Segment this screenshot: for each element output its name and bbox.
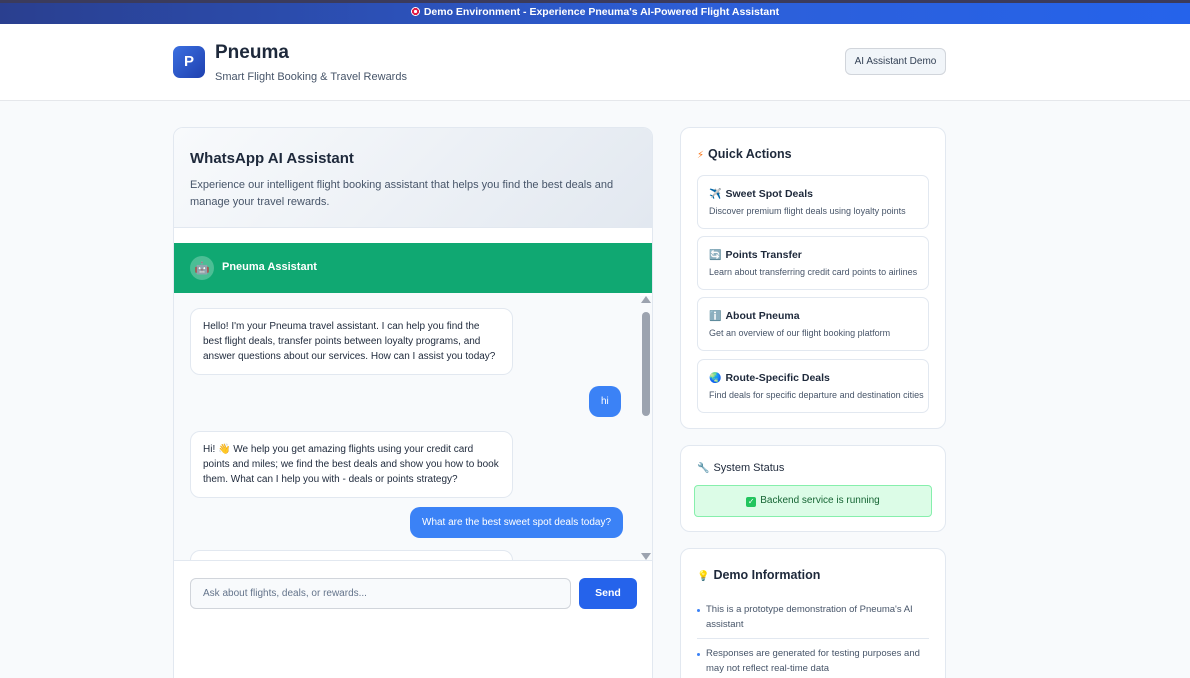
quick-action-title: ℹ️ About Pneuma <box>709 310 800 322</box>
assistant-name: Pneuma Assistant <box>222 261 317 273</box>
message-list[interactable]: Hello! I'm your Pneuma travel assistant.… <box>174 293 640 560</box>
demo-banner: Demo Environment - Experience Pneuma's A… <box>0 0 1190 24</box>
scroll-up-arrow[interactable] <box>641 296 651 303</box>
divider <box>697 638 929 639</box>
scroll-thumb[interactable] <box>642 312 650 416</box>
robot-icon: 🤖 <box>190 256 214 280</box>
bot-message-partial <box>190 550 513 560</box>
quick-action-label: Points Transfer <box>725 249 802 261</box>
quick-action-description: Get an overview of our flight booking pl… <box>709 328 891 338</box>
system-status-title: System Status <box>713 462 785 474</box>
system-status-heading: 🔧 System Status <box>697 462 784 474</box>
demo-info-title: Demo Information <box>713 568 821 582</box>
quick-actions-card: ⚡ Quick Actions ✈️ Sweet Spot Deals Discov… <box>680 127 946 429</box>
wrench-icon: 🔧 <box>697 463 710 474</box>
app-header: P Pneuma Smart Flight Booking & Travel R… <box>0 24 1190 101</box>
chat-input[interactable] <box>190 578 571 609</box>
chat-header: WhatsApp AI Assistant Experience our int… <box>174 128 652 228</box>
quick-action-description: Find deals for specific departure and de… <box>709 390 924 400</box>
quick-action-description: Discover premium flight deals using loya… <box>709 206 906 216</box>
banner-text: Demo Environment - Experience Pneuma's A… <box>423 6 780 18</box>
status-text: Backend service is running <box>760 495 880 506</box>
quick-action-title: 🌏 Route-Specific Deals <box>709 372 830 384</box>
refresh-icon: 🔄 <box>709 250 722 261</box>
quick-actions-heading: ⚡ Quick Actions <box>697 147 792 161</box>
demo-info-item: Responses are generated for testing purp… <box>697 646 928 676</box>
quick-action-description: Learn about transferring credit card poi… <box>709 267 918 277</box>
quick-action-label: Route-Specific Deals <box>725 372 830 384</box>
chat-input-area: Send <box>174 560 652 678</box>
bot-message: Hi! 👋 We help you get amazing flights us… <box>190 431 513 498</box>
info-icon: ℹ️ <box>709 311 722 322</box>
quick-action-title: 🔄 Points Transfer <box>709 249 802 261</box>
user-message: hi <box>589 386 621 417</box>
quick-action-points-transfer[interactable]: 🔄 Points Transfer Learn about transferrin… <box>697 236 929 290</box>
quick-action-route-specific-deals[interactable]: 🌏 Route-Specific Deals Find deals for spe… <box>697 359 929 413</box>
chat-title: WhatsApp AI Assistant <box>190 150 354 167</box>
checkmark-icon: ✓ <box>746 497 757 507</box>
globe-icon: 🌏 <box>709 373 722 384</box>
airplane-icon: ✈️ <box>709 189 722 200</box>
brand-name: Pneuma <box>215 42 289 63</box>
quick-action-about-pneuma[interactable]: ℹ️ About Pneuma Get an overview of our fl… <box>697 297 929 351</box>
ai-assistant-demo-button[interactable]: AI Assistant Demo <box>845 48 946 75</box>
assistant-bar: 🤖 Pneuma Assistant <box>174 243 652 293</box>
logo[interactable]: P <box>173 46 205 78</box>
user-message: What are the best sweet spot deals today… <box>410 507 623 538</box>
quick-action-sweet-spot-deals[interactable]: ✈️ Sweet Spot Deals Discover premium flig… <box>697 175 929 229</box>
chat-description: Experience our intelligent flight bookin… <box>190 179 614 208</box>
status-badge: ✓ Backend service is running <box>694 485 932 517</box>
quick-action-title: ✈️ Sweet Spot Deals <box>709 188 813 200</box>
bot-message: Hello! I'm your Pneuma travel assistant.… <box>190 308 513 375</box>
lightbulb-icon: 💡 <box>697 571 710 582</box>
demo-info-item: This is a prototype demonstration of Pne… <box>697 602 928 632</box>
target-icon <box>410 7 420 16</box>
demo-info-heading: 💡 Demo Information <box>697 568 820 582</box>
send-button[interactable]: Send <box>579 578 637 609</box>
quick-action-label: About Pneuma <box>725 310 800 322</box>
scroll-down-arrow[interactable] <box>641 553 651 560</box>
chat-scrollbar[interactable] <box>640 296 652 560</box>
demo-information-card: 💡 Demo Information This is a prototype de… <box>680 548 946 678</box>
system-status-card: 🔧 System Status ✓ Backend service is runni… <box>680 445 946 532</box>
quick-actions-title: Quick Actions <box>708 147 792 161</box>
chat-card: WhatsApp AI Assistant Experience our int… <box>173 127 653 678</box>
brand-tagline: Smart Flight Booking & Travel Rewards <box>215 71 407 83</box>
lightning-icon: ⚡ <box>697 150 705 161</box>
quick-action-label: Sweet Spot Deals <box>725 188 813 200</box>
